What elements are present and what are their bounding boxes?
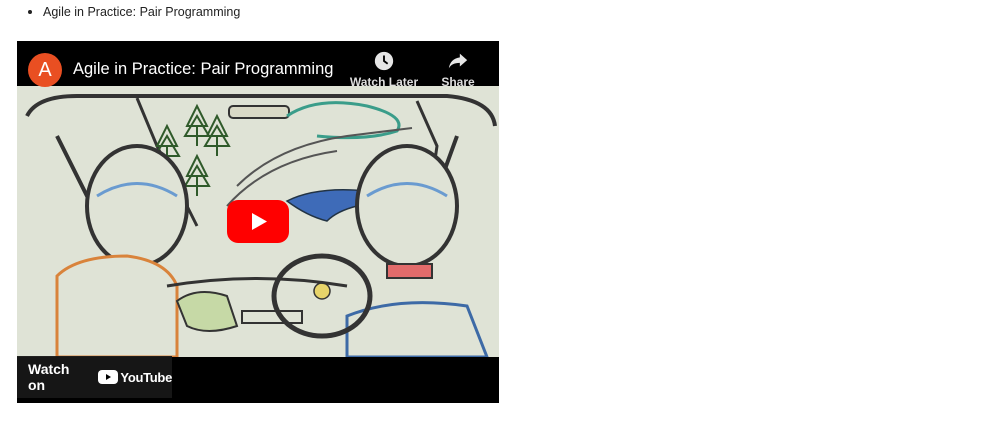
channel-avatar[interactable]: A [28, 53, 62, 87]
clock-icon [374, 51, 394, 71]
watch-on-youtube-button[interactable]: Watch on YouTube [17, 356, 172, 398]
play-button-icon [227, 200, 289, 243]
share-arrow-icon [448, 53, 468, 69]
list-item-label: Agile in Practice: Pair Programming [43, 5, 241, 19]
bullet-icon [28, 10, 32, 14]
youtube-embed[interactable]: A Agile in Practice: Pair Programming Wa… [17, 41, 499, 403]
share-button[interactable]: Share [423, 50, 493, 89]
video-list: Agile in Practice: Pair Programming [17, 3, 240, 21]
watch-on-label: Watch on [28, 361, 70, 393]
youtube-wordmark: YouTube [120, 369, 172, 385]
video-title[interactable]: Agile in Practice: Pair Programming [73, 60, 333, 79]
video-top-bar: A Agile in Practice: Pair Programming Wa… [17, 41, 499, 89]
list-item: Agile in Practice: Pair Programming [17, 3, 240, 21]
watch-later-label: Watch Later [349, 75, 419, 89]
watch-later-button[interactable]: Watch Later [349, 50, 419, 89]
youtube-logo-icon [98, 370, 119, 384]
share-label: Share [441, 75, 475, 89]
youtube-logo: YouTube [98, 370, 172, 385]
play-button[interactable] [227, 200, 289, 243]
